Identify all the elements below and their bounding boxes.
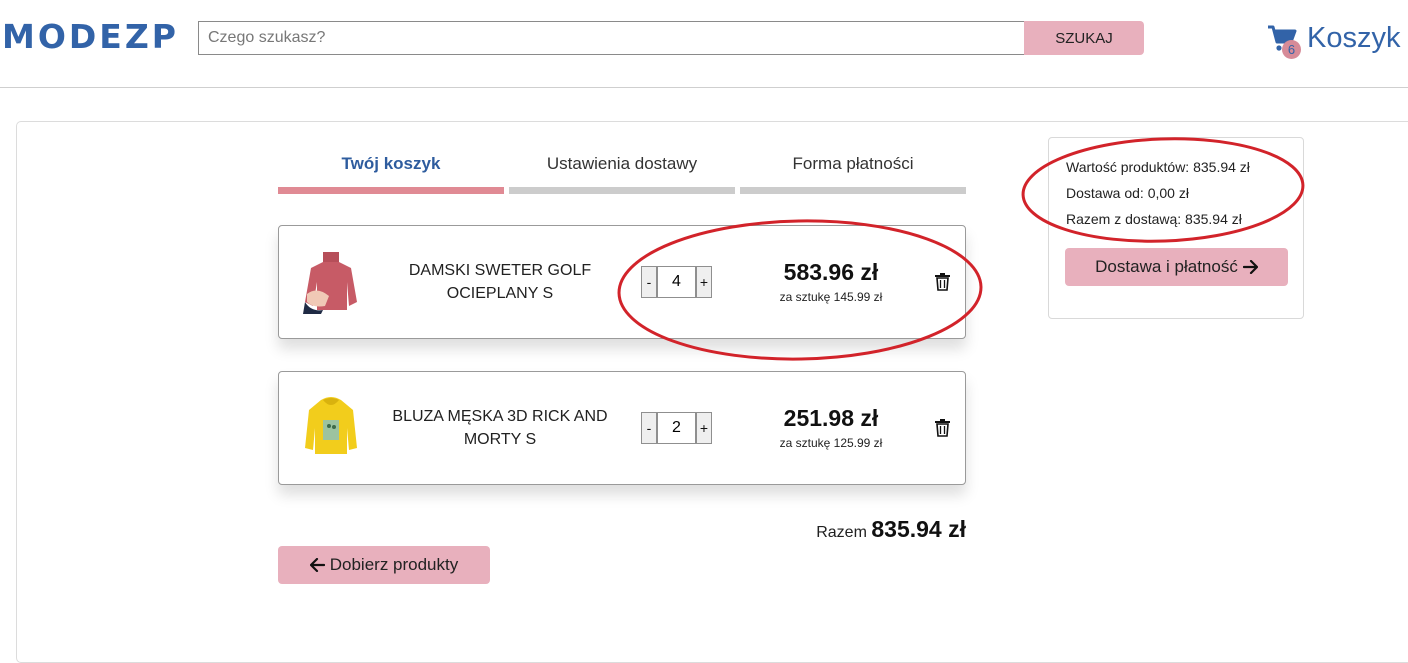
search-input[interactable] [198, 21, 1024, 55]
checkout-steps: Twój koszyk Ustawienia dostawy Forma pła… [278, 150, 966, 194]
cart-total: Razem 835.94 zł [700, 516, 966, 543]
step-label: Ustawienia dostawy [546, 154, 698, 173]
quantity-stepper: - + [641, 412, 712, 444]
quantity-increase-button[interactable]: + [696, 412, 712, 444]
step-label: Twój koszyk [341, 154, 441, 173]
order-summary: Wartość produktów: 835.94 zł Dostawa od:… [1048, 137, 1304, 319]
item-unit-price: za sztukę 145.99 zł [779, 290, 883, 304]
step-progress-bar [278, 187, 504, 194]
item-total-price: 251.98 zł [783, 405, 879, 431]
product-image-sweater[interactable] [303, 248, 359, 314]
cart-count-badge: 6 [1282, 40, 1301, 59]
cart-icon[interactable]: 6 [1267, 23, 1301, 59]
step-cart[interactable]: Twój koszyk [278, 150, 504, 194]
back-to-products-button[interactable]: Dobierz produkty [278, 546, 490, 584]
step-progress-bar [509, 187, 735, 194]
quantity-input[interactable] [657, 412, 696, 444]
cart-total-label: Razem [816, 524, 867, 541]
arrow-right-icon [1242, 260, 1258, 274]
search-button[interactable]: SZUKAJ [1024, 21, 1144, 55]
item-unit-price: za sztukę 125.99 zł [779, 436, 883, 450]
search-bar: SZUKAJ [198, 21, 1144, 55]
product-name[interactable]: BLUZA MĘSKA 3D RICK AND MORTY S [387, 372, 613, 484]
item-total-price: 583.96 zł [783, 259, 879, 285]
quantity-stepper: - + [641, 266, 712, 298]
trash-icon[interactable] [934, 273, 951, 291]
cart-item: DAMSKI SWETER GOLF OCIEPLANY S - + 583.9… [278, 225, 966, 339]
step-delivery[interactable]: Ustawienia dostawy [509, 150, 735, 194]
step-progress-bar [740, 187, 966, 194]
item-price: 251.98 zł za sztukę 125.99 zł [741, 402, 921, 452]
product-image-hoodie[interactable] [303, 394, 359, 460]
cart-total-value: 835.94 zł [871, 516, 966, 542]
summary-delivery: Dostawa od: 0,00 zł [1066, 185, 1189, 201]
summary-total: Razem z dostawą: 835.94 zł [1066, 211, 1242, 227]
quantity-input[interactable] [657, 266, 696, 298]
quantity-decrease-button[interactable]: - [641, 266, 657, 298]
cart-item: BLUZA MĘSKA 3D RICK AND MORTY S - + 251.… [278, 371, 966, 485]
quantity-increase-button[interactable]: + [696, 266, 712, 298]
step-payment[interactable]: Forma płatności [740, 150, 966, 194]
checkout-button[interactable]: Dostawa i płatność [1065, 248, 1288, 286]
site-header: MODEZP SZUKAJ 6 Koszyk [0, 0, 1408, 88]
arrow-left-icon [309, 558, 325, 572]
summary-products-value: Wartość produktów: 835.94 zł [1066, 159, 1250, 175]
item-price: 583.96 zł za sztukę 145.99 zł [741, 256, 921, 306]
trash-icon[interactable] [934, 419, 951, 437]
checkout-button-label: Dostawa i płatność [1095, 257, 1238, 276]
back-button-label: Dobierz produkty [329, 555, 459, 574]
product-name[interactable]: DAMSKI SWETER GOLF OCIEPLANY S [387, 226, 613, 338]
cart-label[interactable]: Koszyk [1307, 22, 1400, 55]
quantity-decrease-button[interactable]: - [641, 412, 657, 444]
site-logo[interactable]: MODEZP [2, 17, 179, 56]
step-label: Forma płatności [792, 154, 914, 173]
cart-link[interactable]: 6 Koszyk [1267, 18, 1400, 59]
